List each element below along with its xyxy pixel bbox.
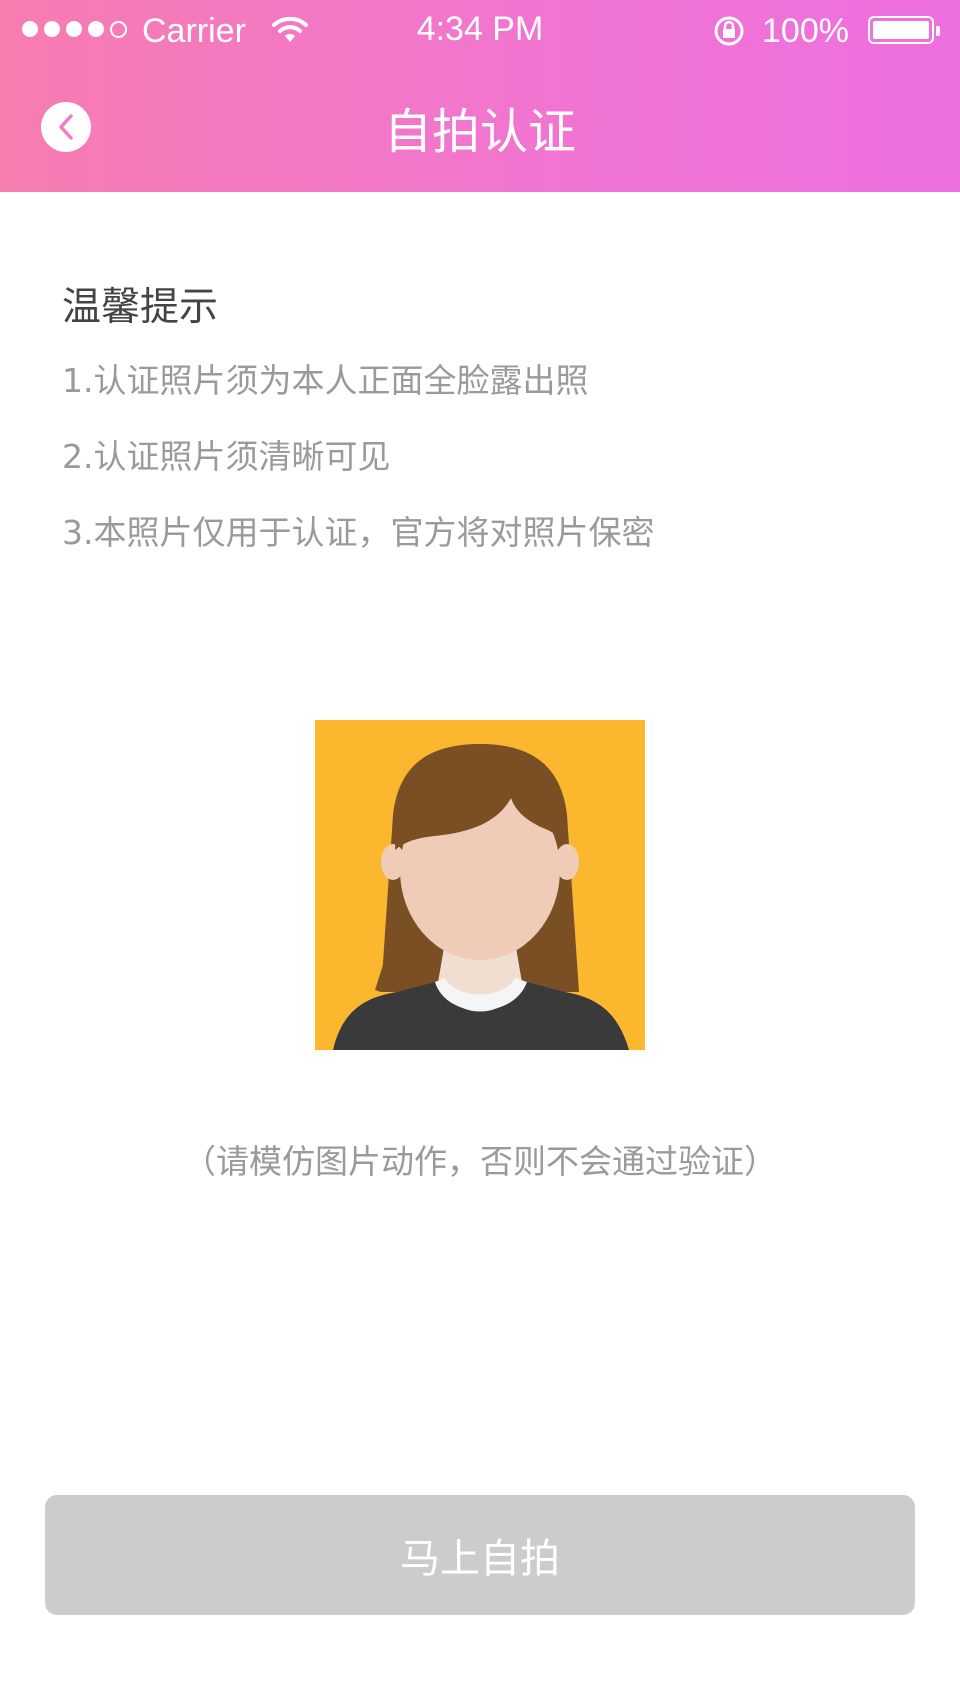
tip-item: 2.认证照片须清晰可见: [62, 437, 391, 476]
battery-icon: [868, 16, 940, 44]
rotation-lock-icon: [714, 16, 744, 46]
pose-hint: （请模仿图片动作，否则不会通过验证）: [183, 1142, 777, 1181]
tips-title: 温馨提示: [62, 285, 219, 330]
nav-header: Carrier 4:34 PM 100% 自拍认证: [0, 0, 960, 192]
status-bar: Carrier 4:34 PM 100%: [0, 0, 960, 60]
tip-item: 1.认证照片须为本人正面全脸露出照: [62, 361, 589, 400]
sample-pose-image: [315, 720, 645, 1050]
female-avatar-illustration: [333, 744, 629, 1050]
battery-percent: 100%: [762, 12, 849, 50]
page-title: 自拍认证: [383, 104, 576, 160]
tip-item: 3.本照片仅用于认证，官方将对照片保密: [62, 513, 655, 552]
take-selfie-button[interactable]: 马上自拍: [45, 1495, 915, 1615]
tips-section: 温馨提示 1.认证照片须为本人正面全脸露出照 2.认证照片须清晰可见 3.本照片…: [62, 276, 655, 582]
